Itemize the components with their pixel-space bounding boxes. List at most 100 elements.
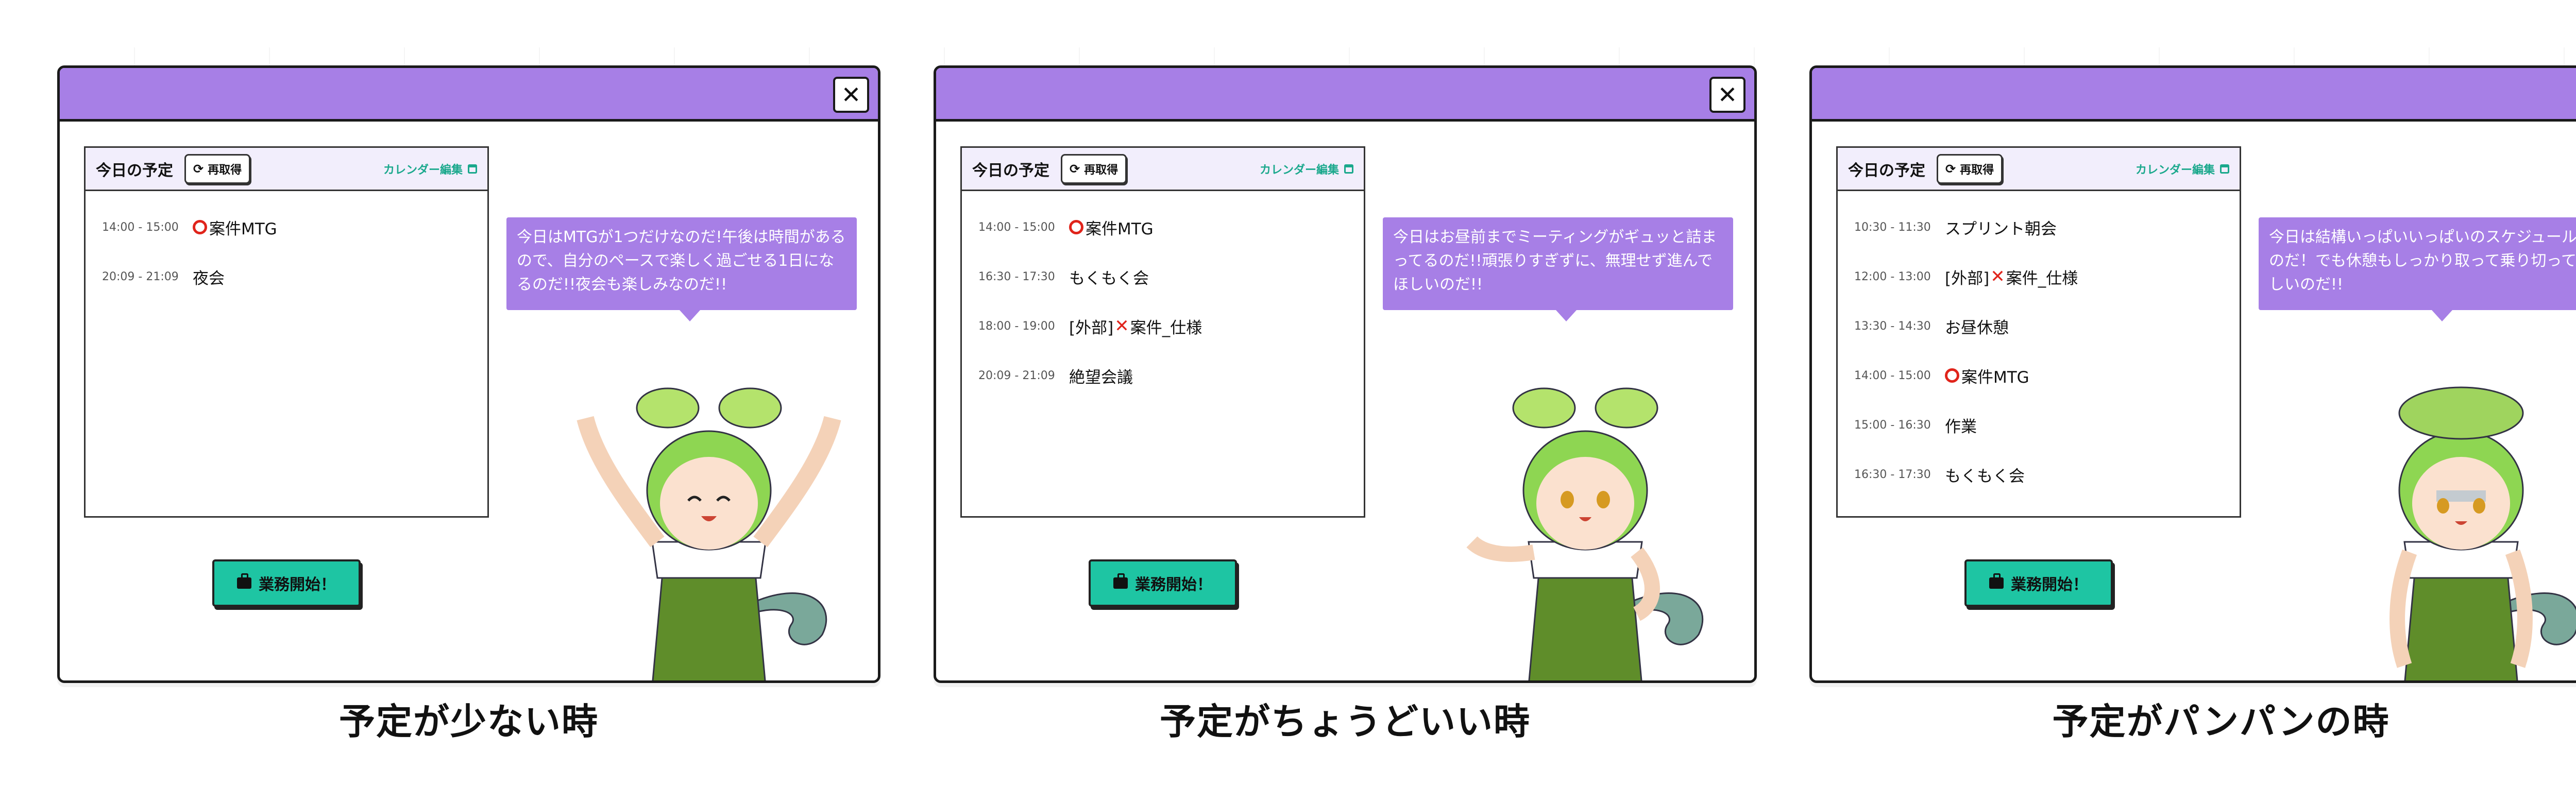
schedule-item-prefix: [外部] [1945, 269, 1990, 288]
refresh-label: 再取得 [1960, 163, 1994, 177]
schedule-item-time: 12:00 - 13:00 [1854, 270, 1931, 283]
panel-packed-events: ✕ 今日の予定 ⟳ 再取得 カレンダー編集 10:30 - 11:30 スプリント… [1809, 65, 2576, 683]
schedule-item-time: 20:09 - 21:09 [102, 270, 179, 283]
schedule-item-title: 作業 [1945, 414, 1977, 437]
schedule-item-prefix: [内部] [1945, 513, 1989, 517]
circle-mark-icon [193, 220, 207, 234]
schedule-item-title: お昼休憩 [1945, 315, 2009, 338]
schedule-item-title: 案件MTG [1945, 364, 2029, 387]
modal-dialog: ✕ 今日の予定 ⟳ 再取得 カレンダー編集 14:00 - 15:00 案件MTG… [934, 65, 1757, 683]
modal-header: ✕ [60, 68, 878, 122]
schedule-item: 14:00 - 15:00 案件MTG [1854, 351, 2240, 400]
refresh-icon: ⟳ [1945, 161, 1956, 176]
schedule-item-time: 14:00 - 15:00 [1854, 369, 1931, 382]
schedule-list: 14:00 - 15:00 案件MTG 16:30 - 17:30 もくもく会 18:0… [962, 191, 1364, 400]
schedule-item-time: 20:09 - 21:09 [978, 369, 1055, 382]
briefcase-icon [237, 573, 251, 589]
caption: 予定が少ない時 [339, 701, 599, 743]
schedule-item-time: 16:30 - 17:30 [1854, 468, 1931, 481]
schedule-item-text: 夜会 [193, 269, 225, 288]
schedule-item: 18:00 - 19:00 [外部] ✕ 案件_仕様 [978, 301, 1364, 351]
schedule-title: 今日の予定 [96, 161, 173, 180]
schedule-card: 今日の予定 ⟳ 再取得 カレンダー編集 14:00 - 15:00 案件MTG 16… [960, 146, 1365, 518]
schedule-item-title: [外部] ✕ 案件_仕様 [1069, 315, 1202, 338]
caption: 予定がパンパンの時 [2052, 701, 2390, 743]
schedule-item: 12:00 - 13:00 [外部] ✕ 案件_仕様 [1854, 252, 2240, 301]
schedule-title: 今日の予定 [972, 161, 1049, 180]
close-icon: ✕ [841, 81, 861, 109]
calendar-edit-link[interactable]: カレンダー編集 [383, 161, 477, 177]
schedule-item-time: 13:30 - 14:30 [1854, 319, 1931, 333]
schedule-item-title: もくもく会 [1069, 265, 1149, 288]
cross-mark-icon: ✕ [1990, 514, 2005, 516]
schedule-item: 20:09 - 21:09 夜会 [102, 252, 487, 301]
schedule-item-title: 絶望会議 [1069, 364, 1133, 387]
schedule-item-text: 作業 [1945, 417, 1977, 436]
speech-bubble: 今日は結構いっぱいいっぱいのスケジュールなのだ！でも休憩もしっかり取って乗り切っ… [2259, 217, 2576, 321]
schedule-item-title: 案件MTG [193, 216, 277, 239]
modal-header: ✕ [1812, 68, 2576, 122]
schedule-item-text: スプリント朝会 [1945, 219, 2057, 238]
start-work-button[interactable]: 業務開始！ [1964, 559, 2113, 607]
refresh-label: 再取得 [208, 163, 242, 177]
schedule-item-text: もくもく会 [1945, 467, 2025, 486]
schedule-item: 10:30 - 11:30 スプリント朝会 [1854, 202, 2240, 252]
refresh-button[interactable]: ⟳ 再取得 [1061, 153, 1127, 184]
refresh-icon: ⟳ [1070, 161, 1080, 176]
schedule-item-text: もくもく会 [1069, 269, 1149, 288]
speech-bubble: 今日はお昼前までミーティングがギュッと詰まってるのだ!!頑張りすぎずに、無理せず… [1383, 217, 1733, 321]
schedule-item: 16:30 - 17:30 もくもく会 [978, 252, 1364, 301]
refresh-button[interactable]: ⟳ 再取得 [1937, 153, 2003, 184]
schedule-item-title: [内部]✕案件分科会 [1945, 513, 2086, 517]
schedule-item: 20:09 - 21:09 絶望会議 [978, 351, 1364, 400]
schedule-item: 14:00 - 15:00 案件MTG [102, 202, 487, 252]
calendar-icon [2220, 164, 2229, 174]
circle-mark-icon [1945, 368, 1959, 383]
start-work-label: 業務開始！ [259, 576, 336, 594]
schedule-item-time: 14:00 - 15:00 [102, 220, 179, 234]
schedule-item-prefix: [外部] [1069, 318, 1114, 337]
close-icon: ✕ [1717, 81, 1738, 109]
modal-dialog: ✕ 今日の予定 ⟳ 再取得 カレンダー編集 14:00 - 15:00 案件MTG… [57, 65, 880, 683]
calendar-edit-link[interactable]: カレンダー編集 [2136, 161, 2229, 177]
schedule-item-time: 10:30 - 11:30 [1854, 220, 1931, 234]
schedule-item-title: 夜会 [193, 265, 225, 288]
schedule-item-time: 15:00 - 16:30 [1854, 418, 1931, 432]
briefcase-icon [1989, 573, 2004, 589]
schedule-item-title: [外部] ✕ 案件_仕様 [1945, 265, 2078, 288]
calendar-icon [1344, 164, 1353, 174]
schedule-title: 今日の予定 [1848, 161, 1925, 180]
schedule-header: 今日の予定 ⟳ 再取得 カレンダー編集 [1838, 148, 2240, 191]
refresh-button[interactable]: ⟳ 再取得 [184, 153, 251, 184]
close-button[interactable]: ✕ [1709, 77, 1745, 113]
start-work-button[interactable]: 業務開始！ [1089, 559, 1237, 607]
schedule-item-text: 案件_仕様 [2006, 269, 2078, 288]
schedule-item: 16:30 - 17:30 もくもく会 [1854, 450, 2240, 499]
calendar-edit-link[interactable]: カレンダー編集 [1260, 161, 1353, 177]
schedule-item-title: スプリント朝会 [1945, 216, 2057, 239]
circle-mark-icon [1069, 220, 1083, 234]
schedule-item-time: 18:00 - 19:00 [978, 319, 1055, 333]
close-button[interactable]: ✕ [833, 77, 869, 113]
schedule-list[interactable]: 10:30 - 11:30 スプリント朝会 12:00 - 13:00 [外部] ✕ 案件… [1838, 191, 2240, 517]
schedule-item-text: 案件MTG [1961, 368, 2029, 387]
schedule-item-text: 案件MTG [1086, 219, 1154, 238]
schedule-item: 15:00 - 16:30 作業 [1854, 400, 2240, 450]
calendar-edit-label: カレンダー編集 [1259, 163, 1339, 177]
caption: 予定がちょうどいい時 [1160, 701, 1531, 743]
start-work-button[interactable]: 業務開始！ [212, 559, 361, 607]
schedule-card: 今日の予定 ⟳ 再取得 カレンダー編集 10:30 - 11:30 スプリント朝会… [1836, 146, 2241, 518]
calendar-edit-label: カレンダー編集 [383, 163, 463, 177]
schedule-header: 今日の予定 ⟳ 再取得 カレンダー編集 [962, 148, 1364, 191]
refresh-icon: ⟳ [193, 161, 204, 176]
cross-mark-icon: ✕ [1990, 266, 2005, 287]
schedule-item-text: お昼休憩 [1945, 318, 2009, 337]
schedule-item-text: 案件_仕様 [1130, 318, 1202, 337]
character-illustration [2389, 386, 2576, 680]
character-illustration [1466, 387, 1704, 680]
schedule-item-text: 絶望会議 [1069, 368, 1133, 387]
cross-mark-icon: ✕ [1114, 316, 1129, 336]
schedule-item-time: 14:00 - 15:00 [978, 220, 1055, 234]
schedule-item-title: 案件MTG [1069, 216, 1154, 239]
start-work-label: 業務開始！ [2011, 576, 2088, 594]
